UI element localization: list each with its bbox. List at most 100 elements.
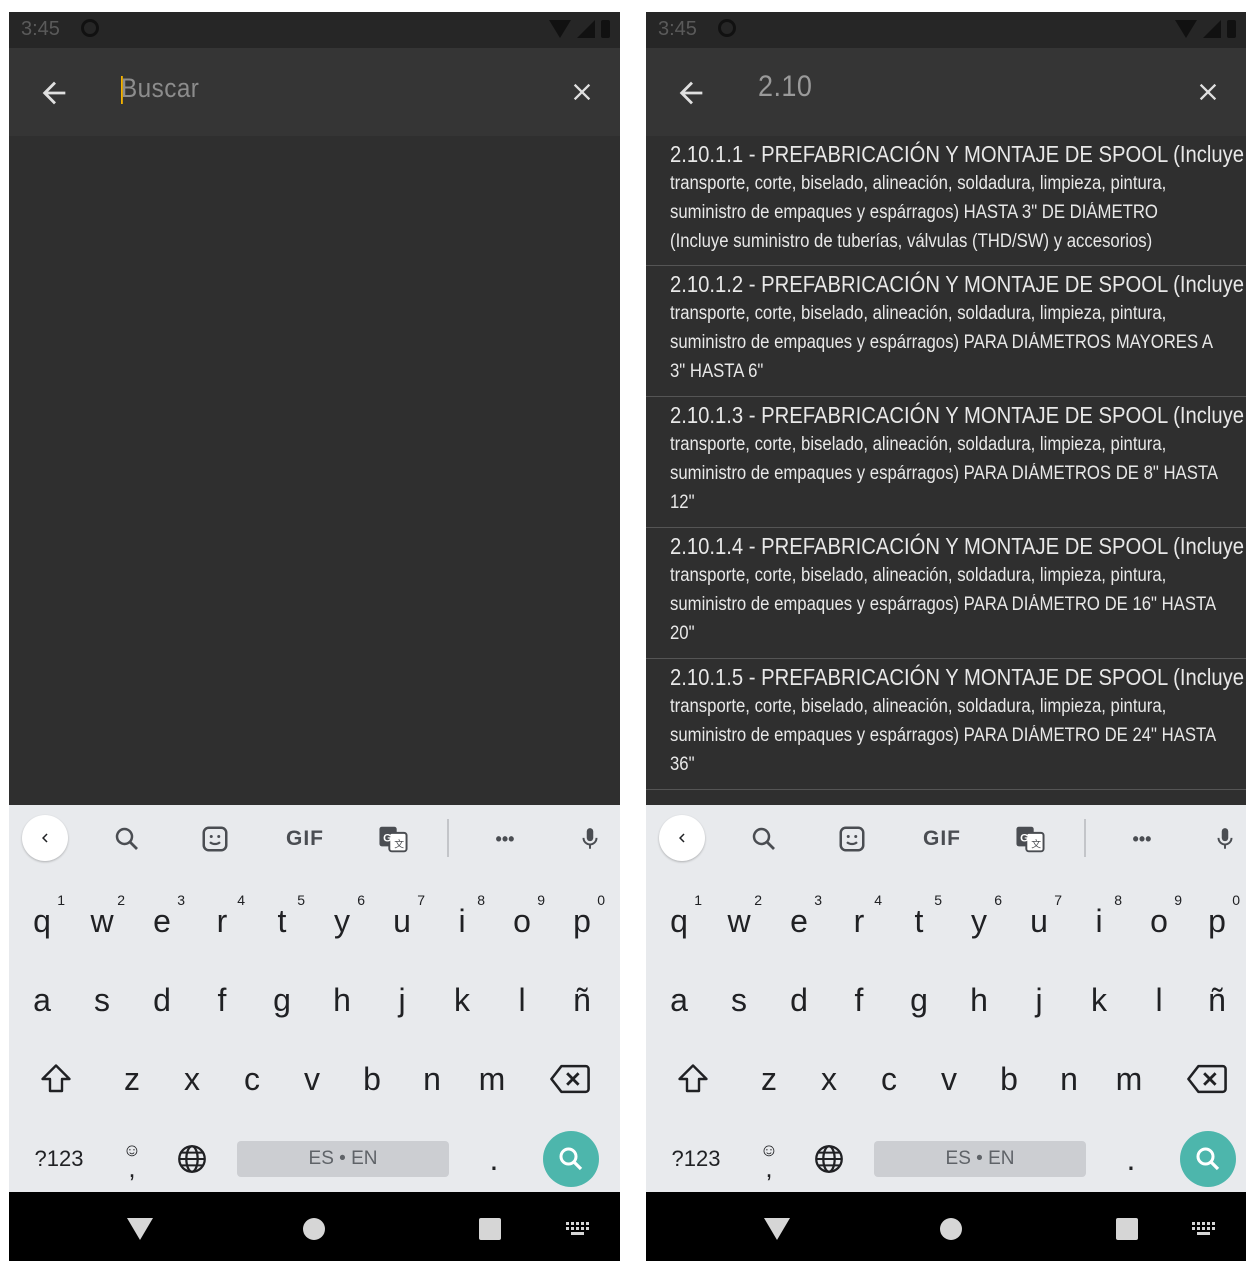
result-item[interactable]: 2.10.1.1 - PREFABRICACIÓN Y MONTAJE DE S… — [646, 136, 1246, 266]
shift-key[interactable] — [666, 1048, 720, 1110]
key-b[interactable]: b — [345, 1048, 399, 1110]
period-key[interactable]: . — [1104, 1128, 1158, 1190]
key-a[interactable]: a — [15, 969, 69, 1031]
key-h[interactable]: h — [315, 969, 369, 1031]
nav-back-button[interactable] — [127, 1218, 153, 1240]
close-icon[interactable] — [568, 78, 596, 106]
key-g[interactable]: g — [255, 969, 309, 1031]
key-u[interactable]: u7 — [375, 890, 429, 952]
key-k[interactable]: k — [435, 969, 489, 1031]
key-h[interactable]: h — [952, 969, 1006, 1031]
keyboard-switch-icon[interactable] — [566, 1222, 590, 1236]
key-o[interactable]: o9 — [1132, 890, 1186, 952]
key-n[interactable]: n — [405, 1048, 459, 1110]
key-d[interactable]: d — [772, 969, 826, 1031]
keyboard-collapse-button[interactable] — [22, 815, 68, 861]
close-icon[interactable] — [1194, 78, 1222, 106]
key-k[interactable]: k — [1072, 969, 1126, 1031]
nav-recents-button[interactable] — [1116, 1218, 1138, 1240]
key-f[interactable]: f — [195, 969, 249, 1031]
period-key[interactable]: . — [467, 1128, 521, 1190]
key-r[interactable]: r4 — [832, 890, 886, 952]
keyboard-more-tool[interactable]: ••• — [1120, 819, 1164, 859]
key-g[interactable]: g — [892, 969, 946, 1031]
search-input[interactable]: Buscar — [121, 73, 199, 104]
keyboard-translate-tool[interactable]: G文 — [373, 819, 413, 859]
emoji-comma-key[interactable]: ☺, — [742, 1128, 796, 1190]
key-f[interactable]: f — [832, 969, 886, 1031]
key-i[interactable]: i8 — [435, 890, 489, 952]
key-e[interactable]: e3 — [135, 890, 189, 952]
back-arrow-icon[interactable] — [674, 76, 708, 110]
language-key[interactable] — [802, 1128, 856, 1190]
key-s[interactable]: s — [75, 969, 129, 1031]
keyboard-search-button[interactable] — [543, 1131, 599, 1187]
key-j[interactable]: j — [375, 969, 429, 1031]
key-o[interactable]: o9 — [495, 890, 549, 952]
key-n-tilde[interactable]: ñ — [1190, 969, 1244, 1031]
key-c[interactable]: c — [225, 1048, 279, 1110]
keyboard-sticker-tool[interactable] — [832, 819, 872, 859]
back-arrow-icon[interactable] — [37, 76, 71, 110]
key-q[interactable]: q1 — [652, 890, 706, 952]
key-n-tilde[interactable]: ñ — [555, 969, 609, 1031]
key-y[interactable]: y6 — [952, 890, 1006, 952]
result-item[interactable]: 2.10.1.5 - PREFABRICACIÓN Y MONTAJE DE S… — [646, 659, 1246, 790]
keyboard-mic-tool[interactable] — [570, 819, 610, 859]
keyboard-gif-tool[interactable]: GIF — [918, 819, 966, 859]
space-key[interactable]: ES • EN — [237, 1141, 449, 1177]
key-q[interactable]: q1 — [15, 890, 69, 952]
nav-home-button[interactable] — [940, 1218, 962, 1240]
language-key[interactable] — [165, 1128, 219, 1190]
keyboard-search-button[interactable] — [1180, 1131, 1236, 1187]
key-j[interactable]: j — [1012, 969, 1066, 1031]
symbols-key[interactable]: ?123 — [666, 1128, 726, 1190]
keyboard-switch-icon[interactable] — [1192, 1222, 1216, 1236]
key-x[interactable]: x — [802, 1048, 856, 1110]
key-z[interactable]: z — [742, 1048, 796, 1110]
symbols-key[interactable]: ?123 — [29, 1128, 89, 1190]
key-x[interactable]: x — [165, 1048, 219, 1110]
key-i[interactable]: i8 — [1072, 890, 1126, 952]
key-e[interactable]: e3 — [772, 890, 826, 952]
keyboard-search-tool[interactable] — [107, 819, 147, 859]
space-key[interactable]: ES • EN — [874, 1141, 1086, 1177]
search-input[interactable]: 2.10 — [758, 70, 812, 104]
key-l[interactable]: l — [1132, 969, 1186, 1031]
key-m[interactable]: m — [1102, 1048, 1156, 1110]
key-z[interactable]: z — [105, 1048, 159, 1110]
shift-key[interactable] — [29, 1048, 83, 1110]
backspace-key[interactable] — [1180, 1048, 1234, 1110]
key-p[interactable]: p0 — [555, 890, 609, 952]
key-r[interactable]: r4 — [195, 890, 249, 952]
key-y[interactable]: y6 — [315, 890, 369, 952]
key-w[interactable]: w2 — [75, 890, 129, 952]
keyboard-translate-tool[interactable]: G文 — [1010, 819, 1050, 859]
key-b[interactable]: b — [982, 1048, 1036, 1110]
keyboard-collapse-button[interactable] — [659, 815, 705, 861]
key-a[interactable]: a — [652, 969, 706, 1031]
key-n[interactable]: n — [1042, 1048, 1096, 1110]
keyboard-gif-tool[interactable]: GIF — [281, 819, 329, 859]
emoji-comma-key[interactable]: ☺, — [105, 1128, 159, 1190]
key-w[interactable]: w2 — [712, 890, 766, 952]
key-t[interactable]: t5 — [892, 890, 946, 952]
key-s[interactable]: s — [712, 969, 766, 1031]
nav-recents-button[interactable] — [479, 1218, 501, 1240]
key-v[interactable]: v — [922, 1048, 976, 1110]
key-m[interactable]: m — [465, 1048, 519, 1110]
key-t[interactable]: t5 — [255, 890, 309, 952]
keyboard-search-tool[interactable] — [744, 819, 784, 859]
key-v[interactable]: v — [285, 1048, 339, 1110]
key-c[interactable]: c — [862, 1048, 916, 1110]
nav-home-button[interactable] — [303, 1218, 325, 1240]
backspace-key[interactable] — [543, 1048, 597, 1110]
nav-back-button[interactable] — [764, 1218, 790, 1240]
key-p[interactable]: p0 — [1190, 890, 1244, 952]
keyboard-more-tool[interactable]: ••• — [483, 819, 527, 859]
result-item[interactable]: 2.10.1.3 - PREFABRICACIÓN Y MONTAJE DE S… — [646, 397, 1246, 528]
keyboard-mic-tool[interactable] — [1205, 819, 1245, 859]
key-d[interactable]: d — [135, 969, 189, 1031]
result-item[interactable]: 2.10.1.2 - PREFABRICACIÓN Y MONTAJE DE S… — [646, 266, 1246, 397]
result-item[interactable]: 2.10.1.4 - PREFABRICACIÓN Y MONTAJE DE S… — [646, 528, 1246, 659]
